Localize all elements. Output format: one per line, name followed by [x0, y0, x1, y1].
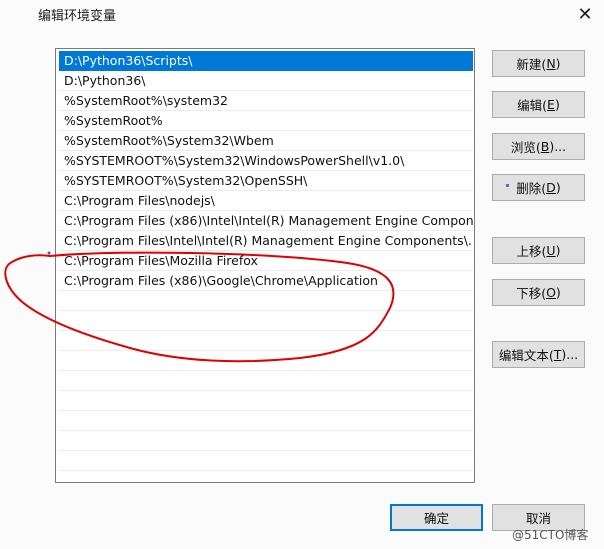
edit-button[interactable]: 编辑(E): [492, 91, 585, 118]
title-bar: 编辑环境变量 ✕: [0, 0, 604, 29]
list-item[interactable]: %SystemRoot%\System32\Wbem: [59, 131, 473, 151]
list-item[interactable]: %SYSTEMROOT%\System32\WindowsPowerShell\…: [59, 151, 473, 171]
list-item[interactable]: C:\Program Files\nodejs\: [59, 191, 473, 211]
list-item[interactable]: D:\Python36\Scripts\: [59, 51, 473, 71]
list-item[interactable]: C:\Program Files (x86)\Intel\Intel(R) Ma…: [59, 211, 473, 231]
delete-button[interactable]: 删除(D): [492, 174, 585, 201]
empty-row[interactable]: [59, 351, 473, 371]
window-title: 编辑环境变量: [38, 9, 117, 24]
browse-button[interactable]: 浏览(B)...: [492, 133, 585, 160]
list-item[interactable]: %SystemRoot%: [59, 111, 473, 131]
empty-row[interactable]: [59, 291, 473, 311]
empty-row[interactable]: [59, 411, 473, 431]
ok-button[interactable]: 确定: [390, 504, 483, 531]
list-item[interactable]: C:\Program Files\Mozilla Firefox: [59, 251, 473, 271]
list-item[interactable]: %SystemRoot%\system32: [59, 91, 473, 111]
edit-text-button[interactable]: 编辑文本(T)...: [492, 341, 585, 368]
path-listbox[interactable]: D:\Python36\Scripts\ D:\Python36\ %Syste…: [55, 48, 475, 483]
empty-row[interactable]: [59, 371, 473, 391]
cursor-dot: [506, 184, 509, 187]
new-button[interactable]: 新建(N): [492, 50, 585, 77]
list-item[interactable]: C:\Program Files\Intel\Intel(R) Manageme…: [59, 231, 473, 251]
list-item[interactable]: D:\Python36\: [59, 71, 473, 91]
annotation-start-dot: [47, 251, 51, 255]
close-button[interactable]: ✕: [566, 0, 604, 29]
empty-row[interactable]: [59, 331, 473, 351]
empty-row[interactable]: [59, 431, 473, 451]
move-down-button[interactable]: 下移(O): [492, 279, 585, 306]
move-up-button[interactable]: 上移(U): [492, 237, 585, 264]
watermark: @51CTO博客: [512, 528, 589, 542]
close-icon: ✕: [577, 4, 593, 25]
empty-row[interactable]: [59, 391, 473, 411]
empty-row[interactable]: [59, 451, 473, 471]
list-item[interactable]: C:\Program Files (x86)\Google\Chrome\App…: [59, 271, 473, 291]
list-item[interactable]: %SYSTEMROOT%\System32\OpenSSH\: [59, 171, 473, 191]
empty-row[interactable]: [59, 311, 473, 331]
